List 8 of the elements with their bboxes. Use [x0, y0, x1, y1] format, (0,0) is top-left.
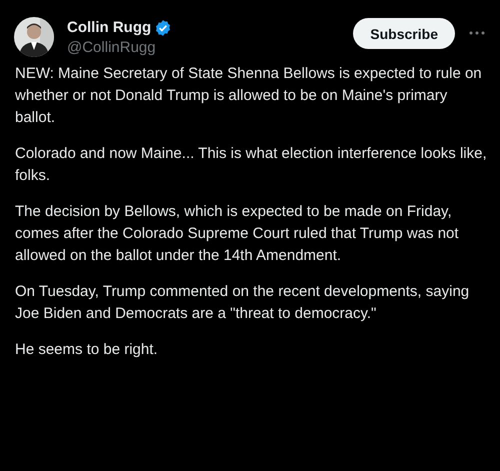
- author-handle[interactable]: @CollinRugg: [67, 38, 354, 58]
- post-paragraph: The decision by Bellows, which is expected to be made on Friday, comes after the Colorado Supreme Court ruled that Trump was not allowed on the ballot under the 14th Amendment.: [15, 202, 460, 266]
- author-name[interactable]: Collin Rugg: [67, 18, 152, 38]
- post-paragraph: NEW: Maine Secretary of State Shenna Bellows is expected to rule on whether or not Donald Trump is allowed to be on Maine's primary ballot.: [15, 64, 483, 128]
- post-paragraph: On Tuesday, Trump commented on the recent developments, saying Joe Biden and Democrats are a "threat to democracy.": [15, 282, 470, 324]
- subscribe-button[interactable]: Subscribe: [353, 18, 455, 49]
- post-paragraph: Colorado and now Maine... This is what election interference looks like, folks.: [15, 144, 487, 186]
- post-paragraph: He seems to be right.: [15, 340, 159, 360]
